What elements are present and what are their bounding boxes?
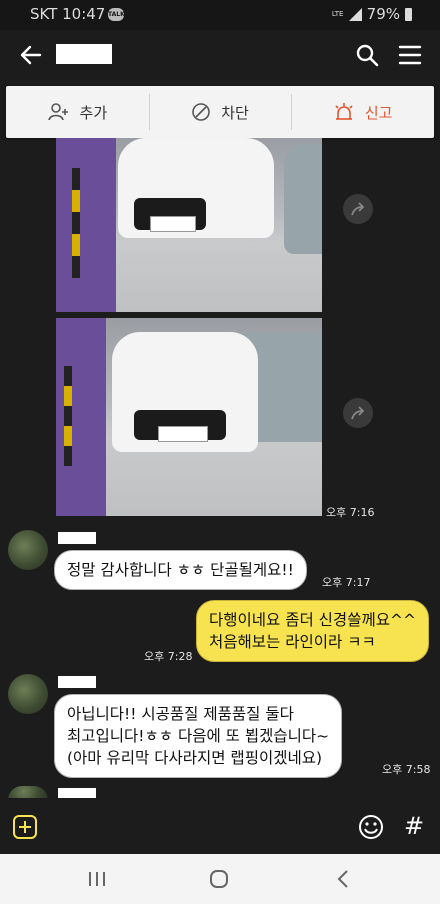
sender-avatar[interactable] [8,674,48,714]
signal-icon [348,7,362,21]
status-carrier-time: SKT 10:47 [30,5,106,23]
system-nav-bar [0,854,440,904]
message-composer: # [0,798,440,854]
message-bubble-incoming[interactable]: 정말 감사합니다 ㅎㅎ 단골될게요!! [54,550,307,590]
back-arrow-icon[interactable] [18,42,44,68]
message-text: 정말 감사합니다 ㅎㅎ 단골될게요!! [67,561,294,579]
share-icon [351,202,365,216]
share-photo-2-button[interactable] [343,398,373,428]
back-nav-icon[interactable] [334,868,352,890]
status-right: LTE 79% [332,5,412,23]
message-line: 아닙니다!! 시공품질 제품품질 둘다 [67,705,294,723]
car-photo-2[interactable] [56,318,322,516]
message-bubble-outgoing[interactable]: 다행이네요 좀더 신경쓸께요^^ 처음해보는 라인이라 ㅋㅋ [196,600,429,662]
sender-avatar[interactable] [8,530,48,570]
add-friend-label: 추가 [79,103,108,122]
message-time: 오후 7:28 [144,650,193,663]
block-icon [192,103,211,121]
plus-square-icon[interactable] [12,814,38,840]
add-friend-button[interactable]: 추가 [6,86,149,138]
status-bar: SKT 10:47 TALK LTE 79% [0,0,440,30]
hamburger-menu-icon[interactable] [398,44,422,66]
photo-timestamp: 오후 7:16 [326,506,375,519]
battery-percent: 79% [366,5,400,23]
talk-notification-icon: TALK [108,8,125,21]
home-icon[interactable] [208,868,230,890]
report-label: 신고 [364,103,393,122]
stranger-action-bar: 추가 차단 신고 [6,86,434,138]
add-friend-icon [47,103,68,121]
report-siren-icon [335,103,353,120]
chat-header [0,30,440,82]
block-label: 차단 [221,103,249,122]
contact-name-redacted[interactable] [56,44,112,64]
car-photo-1[interactable] [56,138,322,312]
share-photo-1-button[interactable] [343,194,373,224]
sender-nickname-redacted [58,788,96,798]
message-time: 오후 7:58 [382,763,431,776]
message-line: 처음해보는 라인이라 ㅋㅋ [209,633,376,651]
battery-icon [405,7,412,21]
search-icon[interactable] [354,42,380,68]
message-time: 오후 7:17 [322,576,371,589]
share-icon [351,406,365,420]
hashtag-search-button[interactable]: # [404,812,424,840]
block-button[interactable]: 차단 [148,86,292,138]
recent-apps-icon[interactable] [86,870,108,888]
emoji-icon[interactable] [358,814,384,840]
message-bubble-incoming[interactable]: 아닙니다!! 시공품질 제품품질 둘다 최고입니다!ㅎㅎ 다음에 또 뵙겠습니다… [54,694,343,778]
message-line: (아마 유리막 다사라지면 랩핑이겠네요) [67,749,323,767]
report-button[interactable]: 신고 [291,86,434,138]
sender-nickname-redacted [58,532,96,544]
sender-nickname-redacted [58,676,96,688]
network-type: LTE [331,9,344,18]
message-line: 다행이네요 좀더 신경쓸께요^^ [209,611,416,629]
message-line: 최고입니다!ㅎㅎ 다음에 또 뵙겠습니다~ [67,727,330,745]
